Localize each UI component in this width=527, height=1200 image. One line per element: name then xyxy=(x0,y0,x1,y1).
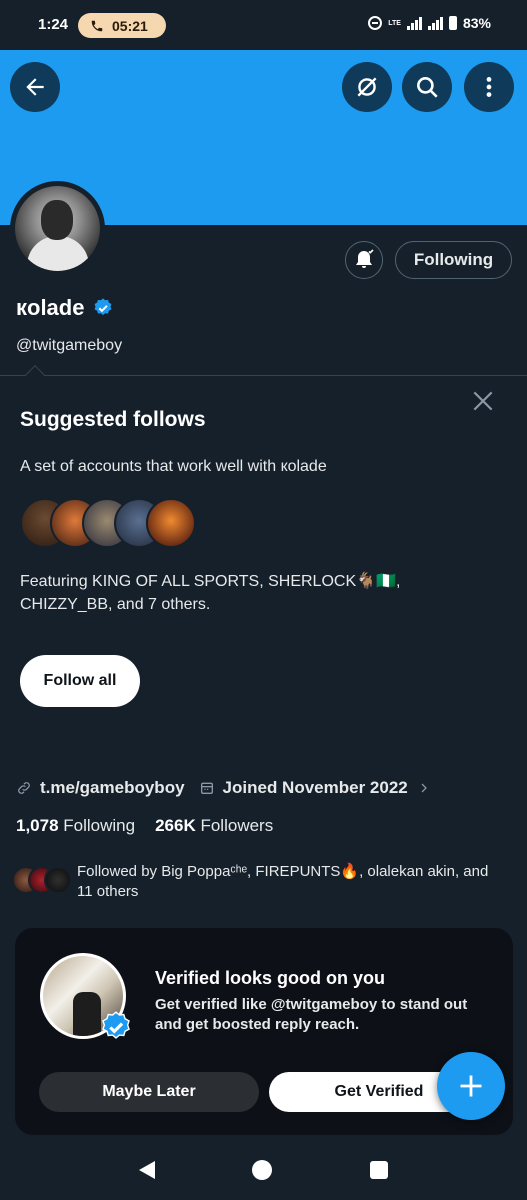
suggested-title: Suggested follows xyxy=(20,408,206,431)
profile-meta: t.me/gameboyboy Joined November 2022 xyxy=(16,778,430,798)
promo-body: Get verified like @twitgameboy to stand … xyxy=(155,995,485,1035)
battery-icon xyxy=(448,16,457,30)
link-icon xyxy=(18,782,30,794)
back-button[interactable] xyxy=(10,62,60,112)
maybe-later-button[interactable]: Maybe Later xyxy=(39,1072,259,1112)
followers-label: Followers xyxy=(200,816,274,835)
ongoing-call-chip[interactable]: 05:21 xyxy=(78,13,166,38)
nav-recents-icon[interactable] xyxy=(370,1161,389,1179)
followers-count-link[interactable]: 266K Followers xyxy=(155,816,273,836)
following-count: 1,078 xyxy=(16,816,59,835)
follow-counts: 1,078 Following 266K Followers xyxy=(16,816,273,836)
call-timer: 05:21 xyxy=(112,17,148,34)
plus-icon xyxy=(460,1075,482,1097)
status-time: 1:24 xyxy=(38,16,69,33)
signal-icon-2 xyxy=(427,16,443,30)
promo-title: Verified looks good on you xyxy=(155,968,386,988)
verified-badge-icon[interactable] xyxy=(92,297,114,319)
compose-button[interactable] xyxy=(437,1052,505,1120)
profile-avatar[interactable] xyxy=(10,181,105,276)
search-button[interactable] xyxy=(402,62,452,112)
do-not-disturb-icon xyxy=(368,16,383,30)
unmute-button[interactable] xyxy=(342,62,392,112)
handle: @twitgameboy xyxy=(16,337,123,354)
suggested-avatars[interactable] xyxy=(20,498,200,548)
avatar xyxy=(44,866,72,894)
followers-count: 266K xyxy=(155,816,196,835)
chevron-right-icon[interactable] xyxy=(418,782,430,794)
more-options-button[interactable] xyxy=(464,62,514,112)
unmute-icon xyxy=(357,77,377,97)
avatar xyxy=(146,498,196,548)
promo-body-handle: @twitgameboy xyxy=(270,996,378,1013)
promo-body-prefix: Get verified like xyxy=(155,996,271,1013)
notifications-button[interactable] xyxy=(345,241,383,279)
joined-date: Joined November 2022 xyxy=(222,778,408,797)
calendar-icon xyxy=(200,782,213,794)
network-type: LTE xyxy=(388,19,401,27)
system-nav-bar xyxy=(0,1140,527,1200)
followed-by-text: Followed by Big Poppaᶜʰᵉ, FIREPUNTS🔥, ol… xyxy=(77,863,489,900)
following-label: Following xyxy=(63,816,136,835)
suggest-pointer xyxy=(25,365,45,385)
following-button[interactable]: Following xyxy=(395,241,512,279)
nav-back-icon[interactable] xyxy=(138,1161,155,1179)
divider xyxy=(0,375,527,376)
suggested-featuring: Featuring KING OF ALL SPORTS, SHERLOCK🐐🇳… xyxy=(20,573,401,613)
nav-home-icon[interactable] xyxy=(252,1160,273,1180)
following-count-link[interactable]: 1,078 Following xyxy=(16,816,135,836)
status-icons: LTE 83% xyxy=(368,15,491,31)
followed-by-avatars xyxy=(12,862,72,894)
more-icon xyxy=(486,77,492,97)
search-icon xyxy=(417,77,438,98)
back-arrow-icon xyxy=(26,78,44,96)
bell-icon xyxy=(356,249,374,268)
suggested-subtitle: A set of accounts that work well with кo… xyxy=(20,458,327,475)
profile-link[interactable]: t.me/gameboyboy xyxy=(40,778,185,798)
avatar-image xyxy=(15,186,100,271)
display-name: кolade xyxy=(16,295,114,321)
close-icon[interactable] xyxy=(470,388,496,414)
followed-by[interactable]: Followed by Big Poppaᶜʰᵉ, FIREPUNTS🔥, ol… xyxy=(12,862,507,902)
battery-percent: 83% xyxy=(462,15,491,31)
signal-icon xyxy=(406,16,422,30)
status-bar: 1:24 05:21 LTE 83% xyxy=(0,0,527,50)
verified-badge-icon xyxy=(102,1011,130,1039)
follow-all-button[interactable]: Follow all xyxy=(20,655,140,707)
phone-icon xyxy=(91,20,103,31)
display-name-text: кolade xyxy=(16,295,85,320)
verification-promo-card: Verified looks good on you Get verified … xyxy=(15,928,513,1135)
